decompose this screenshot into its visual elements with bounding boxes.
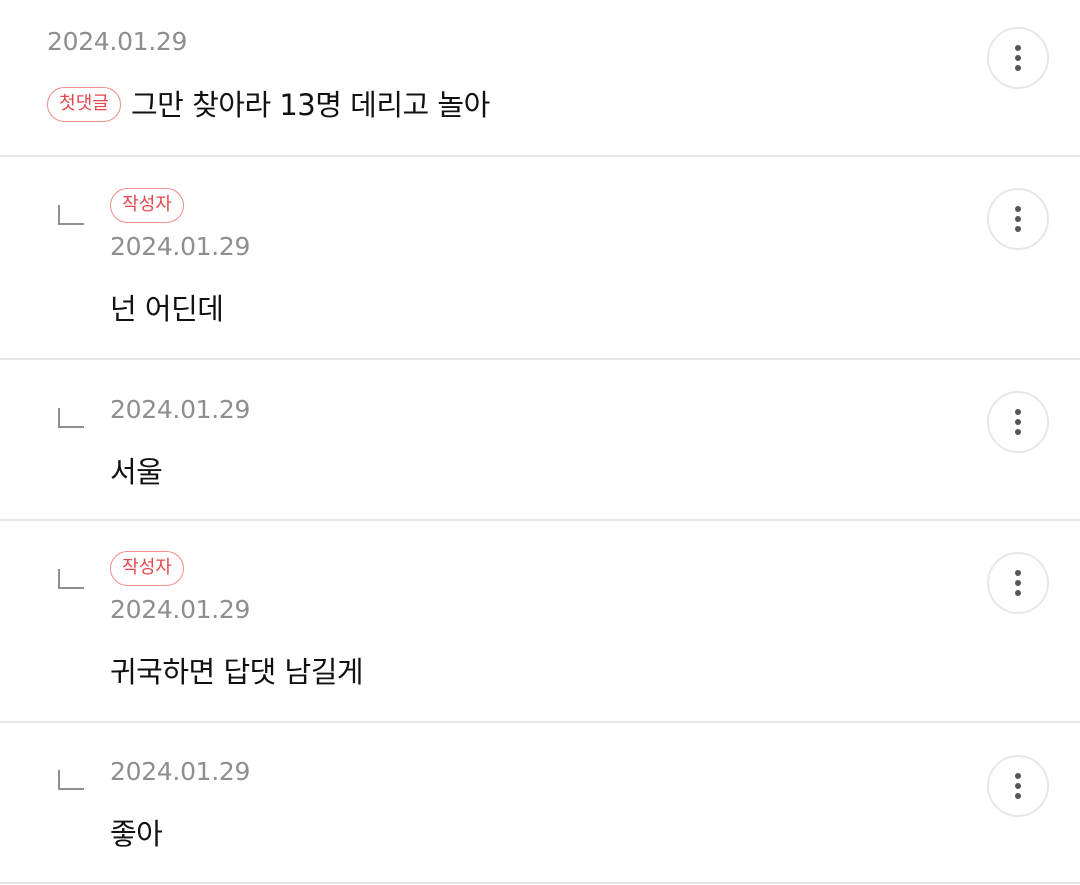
reply-item: 2024.01.29 서울 xyxy=(0,360,1080,521)
reply-item: 2024.01.29 좋아 xyxy=(0,723,1080,884)
reply-arrow-icon xyxy=(58,770,84,790)
comment-date: 2024.01.29 xyxy=(110,395,251,424)
first-comment-badge: 첫댓글 xyxy=(47,87,121,122)
more-options-button[interactable] xyxy=(987,755,1049,817)
author-badge: 작성자 xyxy=(110,551,184,586)
reply-item: 작성자 2024.01.29 귀국하면 답댓 남길게 xyxy=(0,521,1080,723)
comment-text: 넌 어딘데 xyxy=(110,292,224,326)
more-options-button[interactable] xyxy=(987,27,1049,89)
comment-item: 2024.01.29 첫댓글 그만 찾아라 13명 데리고 놀아 xyxy=(0,0,1080,157)
comment-date: 2024.01.29 xyxy=(110,757,251,786)
more-vertical-icon xyxy=(1015,206,1021,232)
more-vertical-icon xyxy=(1015,45,1021,71)
more-vertical-icon xyxy=(1015,570,1021,596)
more-options-button[interactable] xyxy=(987,552,1049,614)
comment-date: 2024.01.29 xyxy=(47,27,188,56)
more-vertical-icon xyxy=(1015,773,1021,799)
more-options-button[interactable] xyxy=(987,188,1049,250)
comment-text: 귀국하면 답댓 남길게 xyxy=(110,655,364,689)
reply-item: 작성자 2024.01.29 넌 어딘데 xyxy=(0,157,1080,360)
reply-arrow-icon xyxy=(58,569,84,589)
author-badge: 작성자 xyxy=(110,188,184,223)
comment-text: 서울 xyxy=(110,455,163,489)
comment-text: 그만 찾아라 13명 데리고 놀아 xyxy=(131,88,490,122)
comment-date: 2024.01.29 xyxy=(110,232,251,261)
comment-text: 좋아 xyxy=(110,817,163,851)
more-options-button[interactable] xyxy=(987,391,1049,453)
reply-arrow-icon xyxy=(58,205,84,225)
comment-date: 2024.01.29 xyxy=(110,595,251,624)
reply-arrow-icon xyxy=(58,408,84,428)
more-vertical-icon xyxy=(1015,409,1021,435)
